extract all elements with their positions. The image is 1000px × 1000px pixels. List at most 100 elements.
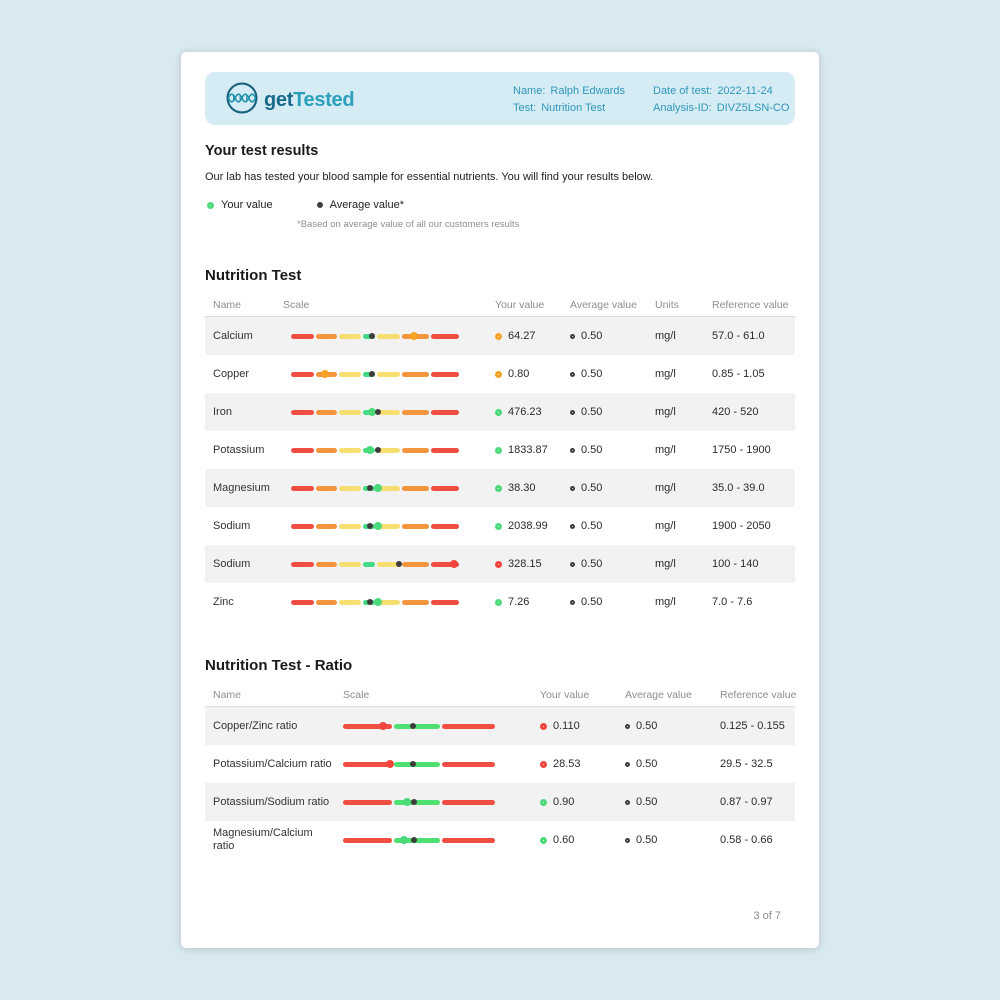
value-cell: 2038.99 (487, 520, 562, 532)
your-value-marker (379, 722, 387, 730)
average-value-ring-icon (625, 724, 630, 729)
value-cell: 7.26 (487, 596, 562, 608)
scale-cell (275, 448, 487, 453)
nutrition-test-title: Nutrition Test (205, 267, 301, 284)
value-cell: 28.53 (532, 758, 617, 770)
row-name: Potassium (205, 444, 275, 457)
ratio-table: Name Scale Your value Average value Refe… (205, 683, 795, 859)
average-value-ring-icon (570, 600, 575, 605)
value-cell: 0.60 (532, 834, 617, 846)
table-row: Potassium1833.870.50mg/l1750 - 1900 (205, 431, 795, 469)
your-value-marker (366, 446, 374, 454)
units-cell: mg/l (647, 596, 704, 608)
row-name: Magnesium (205, 482, 275, 495)
scale-segment (339, 372, 361, 377)
reference-cell: 420 - 520 (704, 406, 795, 418)
your-value-marker (400, 836, 408, 844)
value-text: 64.27 (508, 330, 536, 342)
nutrition-table: Name Scale Your value Average value Unit… (205, 293, 795, 621)
reference-cell: 57.0 - 61.0 (704, 330, 795, 342)
scale-segment (291, 562, 314, 567)
your-value-ring-icon (495, 561, 502, 568)
row-name: Calcium (205, 330, 275, 343)
average-value-ring-icon (570, 524, 575, 529)
ratio-test-title: Nutrition Test - Ratio (205, 657, 352, 674)
row-name: Sodium (205, 520, 275, 533)
value-text: 0.50 (636, 720, 657, 732)
your-value-marker (374, 484, 382, 492)
scale-segment (291, 448, 314, 453)
row-name: Sodium (205, 558, 275, 571)
scale-cell (275, 524, 487, 529)
your-value-ring-icon (207, 202, 214, 209)
value-cell: 0.50 (562, 444, 647, 456)
scale-segment (291, 334, 314, 339)
value-text: 0.50 (581, 596, 602, 608)
your-value-marker (450, 560, 458, 568)
scale-bar (291, 524, 459, 529)
value-text: 0.110 (553, 720, 580, 732)
dna-logo-icon (225, 81, 259, 120)
report-header-band: getTested Name:Ralph Edwards Test:Nutrit… (205, 72, 795, 125)
scale-bar (343, 838, 495, 843)
average-value-ring-icon (570, 562, 575, 567)
scale-segment (442, 800, 495, 805)
scale-cell (275, 486, 487, 491)
scale-cell (275, 562, 487, 567)
your-value-ring-icon (540, 761, 547, 768)
scale-cell (335, 838, 532, 843)
value-cell: 0.50 (617, 834, 712, 846)
average-value-ring-icon (570, 448, 575, 453)
value-cell: 0.50 (562, 330, 647, 342)
reference-cell: 29.5 - 32.5 (712, 758, 795, 770)
table-row: Calcium64.270.50mg/l57.0 - 61.0 (205, 317, 795, 355)
test-name-row: Test:Nutrition Test (513, 100, 625, 117)
value-text: 0.50 (636, 796, 657, 808)
scale-segment (431, 600, 459, 605)
col-header-your-value: Your value (487, 299, 562, 311)
table-row: Copper/Zinc ratio0.1100.500.125 - 0.155 (205, 707, 795, 745)
scale-segment (316, 448, 336, 453)
table-row: Sodium328.150.50mg/l100 - 140 (205, 545, 795, 583)
ratio-table-header: Name Scale Your value Average value Refe… (205, 683, 795, 707)
scale-segment (291, 524, 314, 529)
average-value-marker (367, 599, 373, 605)
table-row: Sodium2038.990.50mg/l1900 - 2050 (205, 507, 795, 545)
scale-segment (442, 838, 495, 843)
value-text: 0.80 (508, 368, 529, 380)
value-text: 0.50 (581, 482, 602, 494)
your-value-marker (410, 332, 418, 340)
your-value-marker (403, 798, 411, 806)
average-value-ring-icon (317, 202, 323, 208)
your-value-ring-icon (540, 723, 547, 730)
value-text: 476.23 (508, 406, 542, 418)
value-cell: 0.50 (617, 758, 712, 770)
scale-segment (339, 486, 361, 491)
scale-segment (442, 762, 495, 767)
average-value-marker (369, 333, 375, 339)
value-text: 0.90 (553, 796, 574, 808)
value-text: 28.53 (553, 758, 581, 770)
col-header-reference-value: Reference value (704, 299, 795, 311)
value-text: 0.50 (581, 558, 602, 570)
scale-bar (291, 486, 459, 491)
scale-bar (291, 410, 459, 415)
col-header-name: Name (205, 689, 335, 701)
scale-bar (291, 334, 459, 339)
average-value-marker (367, 485, 373, 491)
your-value-ring-icon (495, 485, 502, 492)
nutrition-table-body: Calcium64.270.50mg/l57.0 - 61.0Copper0.8… (205, 317, 795, 621)
scale-segment (431, 410, 459, 415)
scale-segment (402, 410, 429, 415)
average-value-ring-icon (570, 334, 575, 339)
ratio-table-body: Copper/Zinc ratio0.1100.500.125 - 0.155P… (205, 707, 795, 859)
table-row: Magnesium38.300.50mg/l35.0 - 39.0 (205, 469, 795, 507)
value-cell: 0.50 (562, 596, 647, 608)
scale-segment (402, 600, 429, 605)
scale-segment (402, 448, 429, 453)
scale-cell (335, 800, 532, 805)
value-cell: 0.50 (617, 796, 712, 808)
units-cell: mg/l (647, 520, 704, 532)
value-cell: 0.110 (532, 720, 617, 732)
scale-segment (377, 334, 400, 339)
